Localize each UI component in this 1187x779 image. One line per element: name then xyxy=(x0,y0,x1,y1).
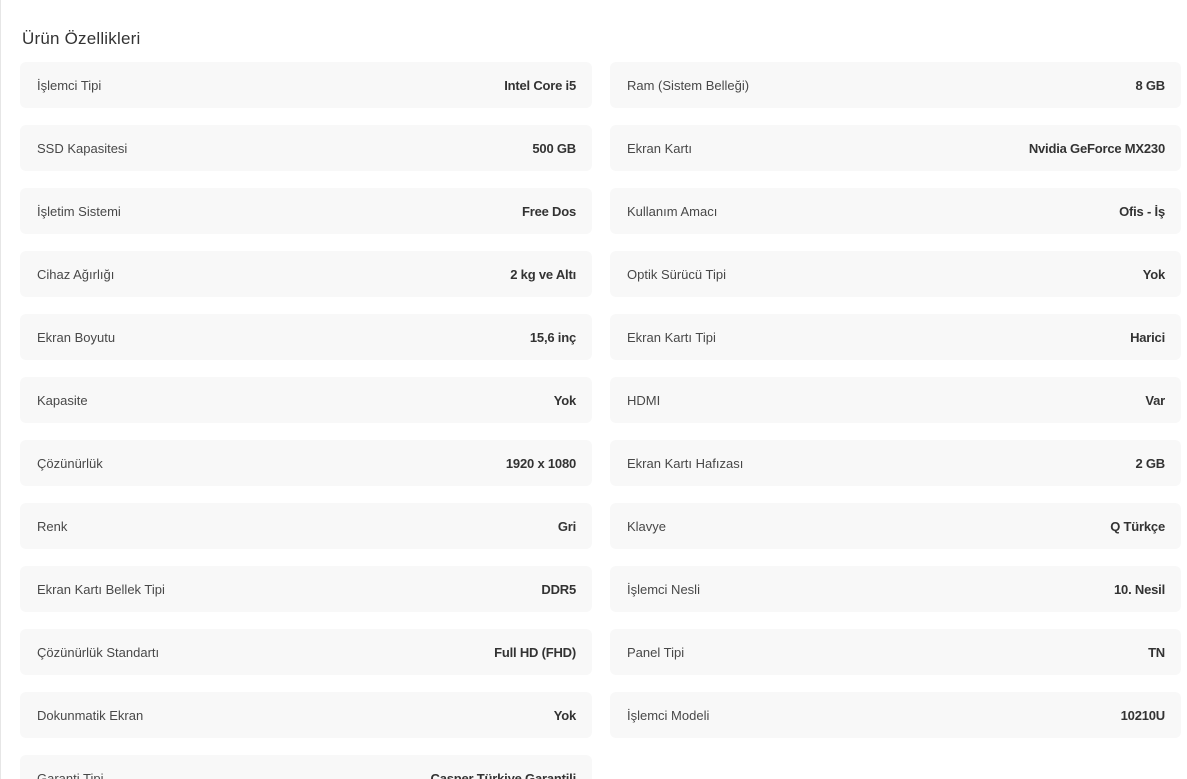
spec-label: Çözünürlük Standartı xyxy=(37,644,160,660)
spec-row: Kapasite Yok xyxy=(20,377,592,423)
spec-label: İşlemci Nesli xyxy=(627,581,700,597)
spec-value: Yok xyxy=(553,707,576,723)
spec-value: TN xyxy=(1148,644,1165,660)
spec-label: Optik Sürücü Tipi xyxy=(627,266,726,282)
spec-label: Ekran Kartı Hafızası xyxy=(627,455,744,471)
spec-row: İşlemci Nesli 10. Nesil xyxy=(610,566,1181,612)
spec-value: 10210U xyxy=(1120,707,1166,723)
spec-label: Ram (Sistem Belleği) xyxy=(627,77,750,93)
spec-label: Klavye xyxy=(627,518,667,534)
spec-row: Cihaz Ağırlığı 2 kg ve Altı xyxy=(20,251,592,297)
spec-row: Optik Sürücü Tipi Yok xyxy=(610,251,1181,297)
spec-value: Yok xyxy=(553,392,576,408)
spec-row: Ekran Kartı Hafızası 2 GB xyxy=(610,440,1181,486)
spec-row: Ekran Kartı Bellek Tipi DDR5 xyxy=(20,566,592,612)
spec-label: Ekran Kartı Bellek Tipi xyxy=(37,581,165,597)
spec-label: Dokunmatik Ekran xyxy=(37,707,144,723)
spec-label: Garanti Tipi xyxy=(37,770,104,779)
spec-value: DDR5 xyxy=(541,581,576,597)
spec-row: Ekran Kartı Tipi Harici xyxy=(610,314,1181,360)
spec-row: Ekran Kartı Nvidia GeForce MX230 xyxy=(610,125,1181,171)
section-title: Ürün Özellikleri xyxy=(22,29,141,48)
spec-row: Garanti Tipi Casper Türkiye Garantili xyxy=(20,755,592,779)
spec-value: 2 kg ve Altı xyxy=(510,266,576,282)
spec-value: 10. Nesil xyxy=(1114,581,1165,597)
spec-label: Kapasite xyxy=(37,392,88,408)
spec-row: Çözünürlük Standartı Full HD (FHD) xyxy=(20,629,592,675)
spec-value: Harici xyxy=(1130,329,1165,345)
spec-label: Çözünürlük xyxy=(37,455,103,471)
spec-value: Gri xyxy=(557,518,576,534)
spec-value: Free Dos xyxy=(521,203,576,219)
spec-row: Dokunmatik Ekran Yok xyxy=(20,692,592,738)
spec-row: Ram (Sistem Belleği) 8 GB xyxy=(610,62,1181,108)
spec-row: SSD Kapasitesi 500 GB xyxy=(20,125,592,171)
spec-value: 1920 x 1080 xyxy=(505,455,576,471)
spec-value: Full HD (FHD) xyxy=(494,644,576,660)
spec-value: Nvidia GeForce MX230 xyxy=(1028,140,1165,156)
spec-label: SSD Kapasitesi xyxy=(37,140,128,156)
spec-row: Panel Tipi TN xyxy=(610,629,1181,675)
spec-row: Ekran Boyutu 15,6 inç xyxy=(20,314,592,360)
spec-row: İşlemci Tipi Intel Core i5 xyxy=(20,62,592,108)
spec-label: Kullanım Amacı xyxy=(627,203,718,219)
spec-value: Casper Türkiye Garantili xyxy=(430,770,577,779)
spec-value: Var xyxy=(1145,392,1165,408)
spec-row: HDMI Var xyxy=(610,377,1181,423)
spec-row: İşletim Sistemi Free Dos xyxy=(20,188,592,234)
spec-label: İşletim Sistemi xyxy=(37,203,121,219)
spec-label: İşlemci Tipi xyxy=(37,77,102,93)
spec-value: 8 GB xyxy=(1135,77,1165,93)
spec-label: Cihaz Ağırlığı xyxy=(37,266,115,282)
spec-value: Intel Core i5 xyxy=(504,77,576,93)
spec-label: İşlemci Modeli xyxy=(627,707,710,723)
spec-label: Renk xyxy=(37,518,68,534)
spec-value: 2 GB xyxy=(1135,455,1165,471)
spec-row: İşlemci Modeli 10210U xyxy=(610,692,1181,738)
spec-value: Q Türkçe xyxy=(1110,518,1165,534)
spec-label: Ekran Boyutu xyxy=(37,329,116,345)
spec-row: Renk Gri xyxy=(20,503,592,549)
spec-label: HDMI xyxy=(627,392,661,408)
spec-label: Ekran Kartı Tipi xyxy=(627,329,716,345)
product-specs-page: Ürün Özellikleri İşlemci Tipi Intel Core … xyxy=(0,0,1187,779)
spec-value: 500 GB xyxy=(532,140,576,156)
spec-row: Kullanım Amacı Ofis - İş xyxy=(610,188,1181,234)
spec-value: 15,6 inç xyxy=(529,329,576,345)
specs-grid: İşlemci Tipi Intel Core i5 Ram (Sistem Be… xyxy=(20,62,1181,779)
spec-value: Ofis - İş xyxy=(1119,203,1165,219)
spec-value: Yok xyxy=(1142,266,1165,282)
spec-label: Ekran Kartı xyxy=(627,140,693,156)
spec-row: Çözünürlük 1920 x 1080 xyxy=(20,440,592,486)
spec-label: Panel Tipi xyxy=(627,644,685,660)
spec-row: Klavye Q Türkçe xyxy=(610,503,1181,549)
